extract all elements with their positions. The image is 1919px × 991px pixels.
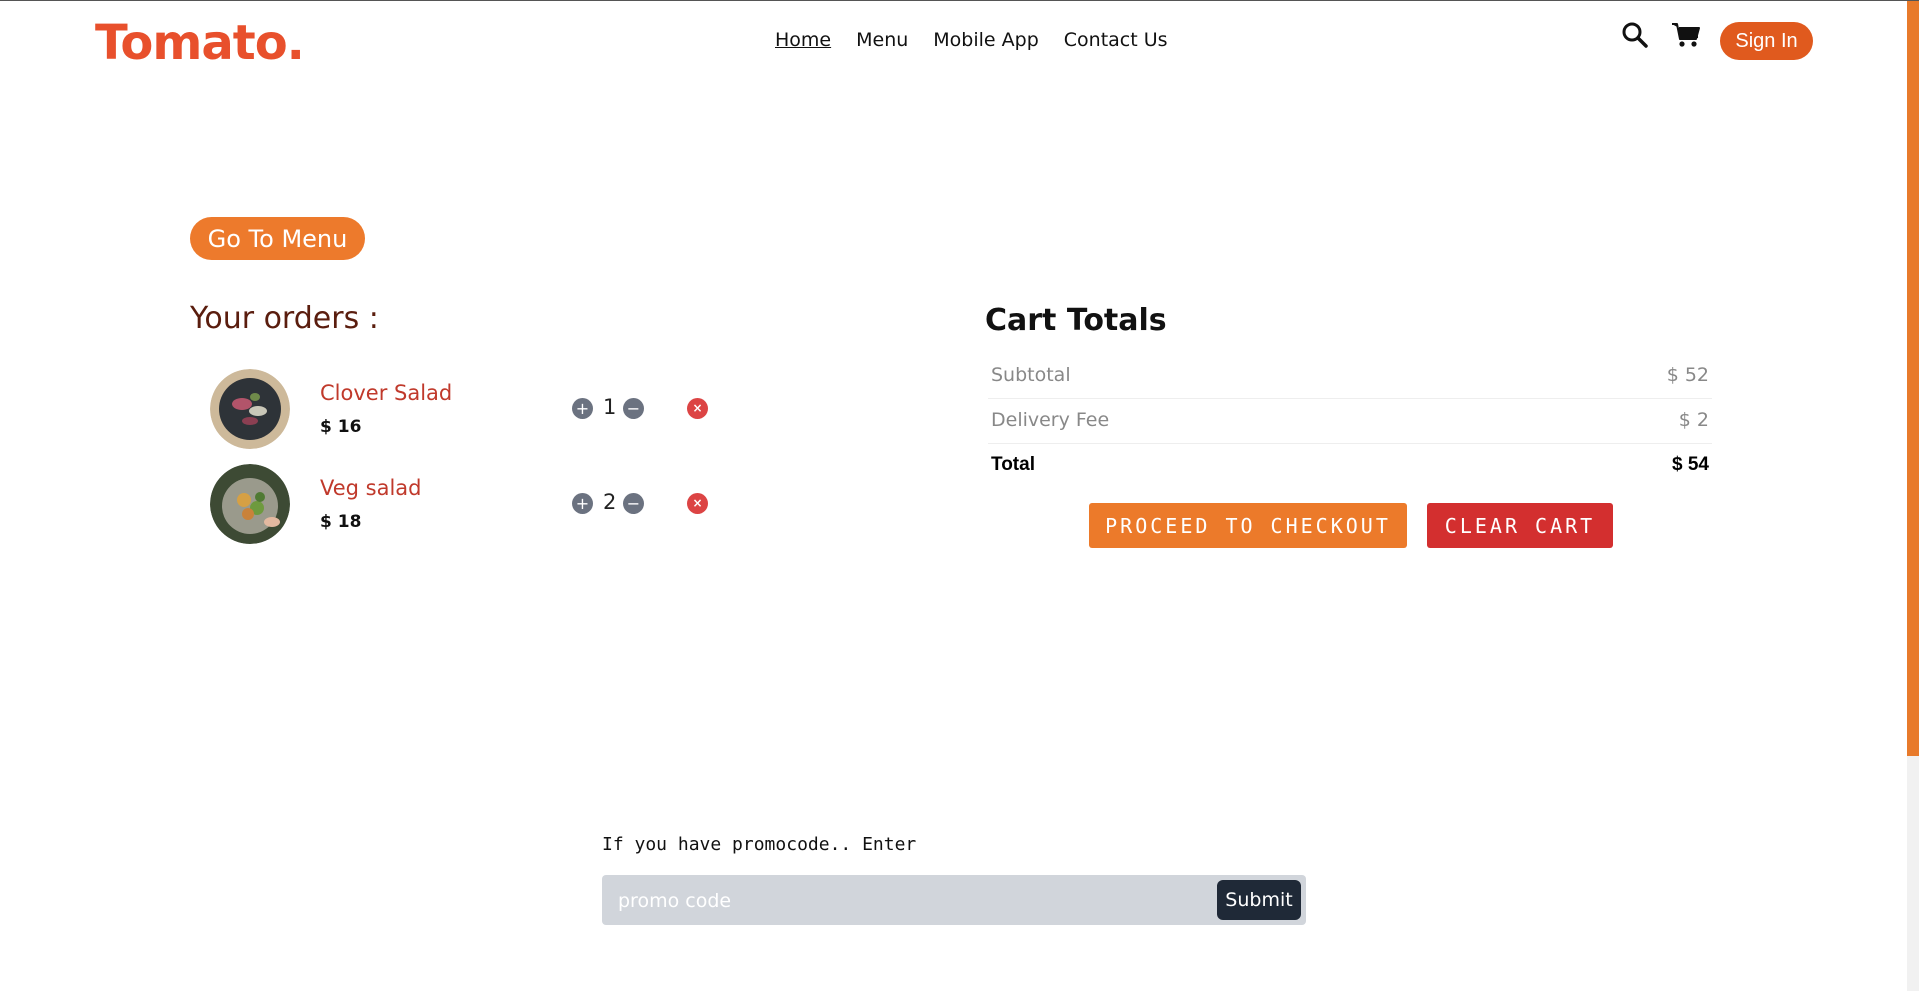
plus-icon[interactable]: +: [572, 398, 593, 419]
nav-contact-us[interactable]: Contact Us: [1064, 29, 1168, 51]
plus-icon[interactable]: +: [572, 493, 593, 514]
promo-submit-button[interactable]: Submit: [1217, 880, 1301, 920]
minus-icon[interactable]: −: [623, 493, 644, 514]
proceed-to-checkout-button[interactable]: PROCEED TO CHECKOUT: [1089, 503, 1407, 548]
item-name: Clover Salad: [320, 381, 453, 405]
item-name: Veg salad: [320, 476, 422, 500]
promo-code-input[interactable]: [616, 884, 1180, 918]
item-quantity: 2: [603, 490, 617, 514]
scrollbar-thumb[interactable]: [1907, 1, 1919, 756]
clear-cart-button[interactable]: CLEAR CART: [1427, 503, 1613, 548]
minus-icon[interactable]: −: [623, 398, 644, 419]
logo[interactable]: Tomato.: [95, 15, 305, 71]
cart-totals-title: Cart Totals: [985, 303, 1167, 338]
total-label: Total: [991, 454, 1035, 475]
food-image: [210, 369, 290, 449]
order-item: Veg salad $ 18 + 2 − ×: [210, 464, 730, 548]
total-row: Total $ 54: [988, 444, 1712, 488]
order-item: Clover Salad $ 16 + 1 − ×: [210, 369, 730, 453]
delivery-fee-label: Delivery Fee: [991, 409, 1110, 431]
main-nav: Home Menu Mobile App Contact Us: [775, 29, 1193, 51]
remove-icon[interactable]: ×: [687, 493, 708, 514]
sign-in-button[interactable]: Sign In: [1720, 22, 1813, 60]
item-price: $ 18: [320, 512, 362, 532]
nav-home[interactable]: Home: [775, 29, 831, 51]
scrollbar[interactable]: [1907, 1, 1919, 991]
nav-mobile-app[interactable]: Mobile App: [933, 29, 1038, 51]
total-value: $ 54: [1672, 454, 1709, 475]
subtotal-row: Subtotal $ 52: [988, 354, 1712, 399]
item-quantity: 1: [603, 395, 617, 419]
orders-title: Your orders :: [190, 301, 379, 336]
delivery-fee-value: $ 2: [1678, 409, 1709, 431]
subtotal-label: Subtotal: [991, 364, 1071, 386]
item-price: $ 16: [320, 417, 362, 437]
promo-label: If you have promocode.. Enter: [602, 834, 917, 855]
delivery-fee-row: Delivery Fee $ 2: [988, 399, 1712, 444]
promo-form: Submit: [602, 875, 1306, 925]
remove-icon[interactable]: ×: [687, 398, 708, 419]
go-to-menu-button[interactable]: Go To Menu: [190, 217, 365, 260]
food-image: [210, 464, 290, 544]
subtotal-value: $ 52: [1666, 364, 1709, 386]
header-icons: [1621, 21, 1723, 49]
search-icon[interactable]: [1621, 21, 1649, 49]
cart-icon[interactable]: [1671, 21, 1701, 49]
nav-menu[interactable]: Menu: [856, 29, 908, 51]
